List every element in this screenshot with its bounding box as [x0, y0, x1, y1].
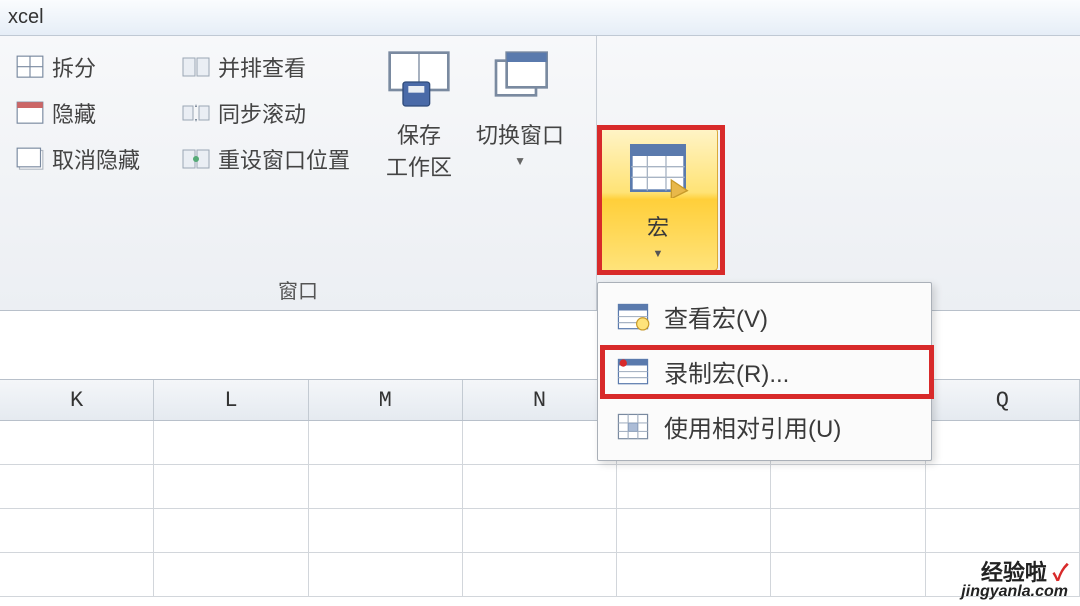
table-row: [0, 465, 1080, 509]
col-header[interactable]: N: [463, 380, 617, 420]
switch-windows-icon: [488, 50, 552, 112]
group-body: 拆分 隐藏 取消隐藏: [10, 44, 586, 271]
unhide-icon: [16, 146, 44, 172]
cell[interactable]: [309, 553, 463, 596]
cell[interactable]: [463, 421, 617, 464]
watermark-line1: 经验啦 ✓: [961, 562, 1068, 584]
chevron-down-icon: ▼: [653, 248, 664, 260]
window-col-1: 拆分 隐藏 取消隐藏: [10, 48, 146, 178]
cell[interactable]: [309, 421, 463, 464]
watermark: 经验啦 ✓ jingyanla.com: [961, 562, 1068, 600]
label: 取消隐藏: [52, 143, 140, 175]
chevron-down-icon: ▼: [514, 154, 526, 168]
macro-dropdown-menu: 查看宏(V) 录制宏(R)... 使用相对引用(U): [597, 282, 932, 461]
cell[interactable]: [309, 509, 463, 552]
menu-item-view-macros[interactable]: 查看宏(V): [602, 289, 927, 344]
cell[interactable]: [771, 509, 925, 552]
cell[interactable]: [154, 421, 308, 464]
save-workspace-icon: [387, 50, 451, 112]
check-icon: ✓: [1053, 560, 1068, 585]
hide-button[interactable]: 隐藏: [10, 94, 146, 132]
cell[interactable]: [463, 465, 617, 508]
label: 同步滚动: [218, 97, 306, 129]
cell[interactable]: [771, 465, 925, 508]
cell[interactable]: [926, 509, 1080, 552]
cell[interactable]: [617, 465, 771, 508]
reset-window-button[interactable]: 重设窗口位置: [176, 140, 356, 178]
col-header[interactable]: K: [0, 380, 154, 420]
label: 隐藏: [52, 97, 96, 129]
cell[interactable]: [617, 553, 771, 596]
app-title: xcel: [8, 6, 44, 29]
group-label-window: 窗口: [10, 271, 586, 310]
watermark-line2: jingyanla.com: [961, 584, 1068, 600]
reset-window-icon: [182, 146, 210, 172]
col-header[interactable]: L: [154, 380, 308, 420]
cell[interactable]: [0, 421, 154, 464]
label: 宏: [647, 210, 669, 242]
cell[interactable]: [0, 553, 154, 596]
record-macro-icon: [616, 357, 650, 387]
ribbon: 拆分 隐藏 取消隐藏: [0, 36, 1080, 311]
split-button[interactable]: 拆分: [10, 48, 146, 86]
cell[interactable]: [154, 509, 308, 552]
cell[interactable]: [463, 509, 617, 552]
label: 录制宏(R)...: [664, 354, 789, 389]
window-col-2: 并排查看 同步滚动 重设窗口位置: [176, 48, 356, 178]
side-by-side-icon: [182, 54, 210, 80]
sync-scroll-button[interactable]: 同步滚动: [176, 94, 356, 132]
table-row: [0, 553, 1080, 597]
macro-icon: [626, 140, 690, 200]
cell[interactable]: [771, 553, 925, 596]
table-row: [0, 509, 1080, 553]
titlebar: xcel: [0, 0, 1080, 36]
cell[interactable]: [926, 421, 1080, 464]
cell[interactable]: [0, 465, 154, 508]
cell[interactable]: [154, 465, 308, 508]
cell[interactable]: [463, 553, 617, 596]
cell[interactable]: [617, 509, 771, 552]
hide-icon: [16, 100, 44, 126]
menu-item-relative-ref[interactable]: 使用相对引用(U): [602, 399, 927, 454]
relative-ref-icon: [616, 412, 650, 442]
label: 保存 工作区: [386, 118, 452, 182]
switch-windows-button[interactable]: 切换窗口 ▼: [464, 44, 576, 174]
sync-scroll-icon: [182, 100, 210, 126]
cell[interactable]: [0, 509, 154, 552]
label: 切换窗口: [476, 118, 564, 150]
cell[interactable]: [309, 465, 463, 508]
unhide-button[interactable]: 取消隐藏: [10, 140, 146, 178]
col-header[interactable]: M: [309, 380, 463, 420]
label: 拆分: [52, 51, 96, 83]
cell[interactable]: [926, 465, 1080, 508]
macro-button[interactable]: 宏 ▼: [598, 128, 718, 271]
menu-item-record-macro[interactable]: 录制宏(R)...: [602, 344, 927, 399]
label: 重设窗口位置: [218, 143, 350, 175]
save-workspace-button[interactable]: 保存 工作区: [374, 44, 464, 188]
label: 查看宏(V): [664, 299, 768, 334]
label: 并排查看: [218, 51, 306, 83]
ribbon-group-window: 拆分 隐藏 取消隐藏: [0, 36, 597, 310]
col-header[interactable]: Q: [926, 380, 1080, 420]
side-by-side-button[interactable]: 并排查看: [176, 48, 356, 86]
cell[interactable]: [154, 553, 308, 596]
view-macros-icon: [616, 302, 650, 332]
label: 使用相对引用(U): [664, 409, 841, 444]
split-icon: [16, 54, 44, 80]
